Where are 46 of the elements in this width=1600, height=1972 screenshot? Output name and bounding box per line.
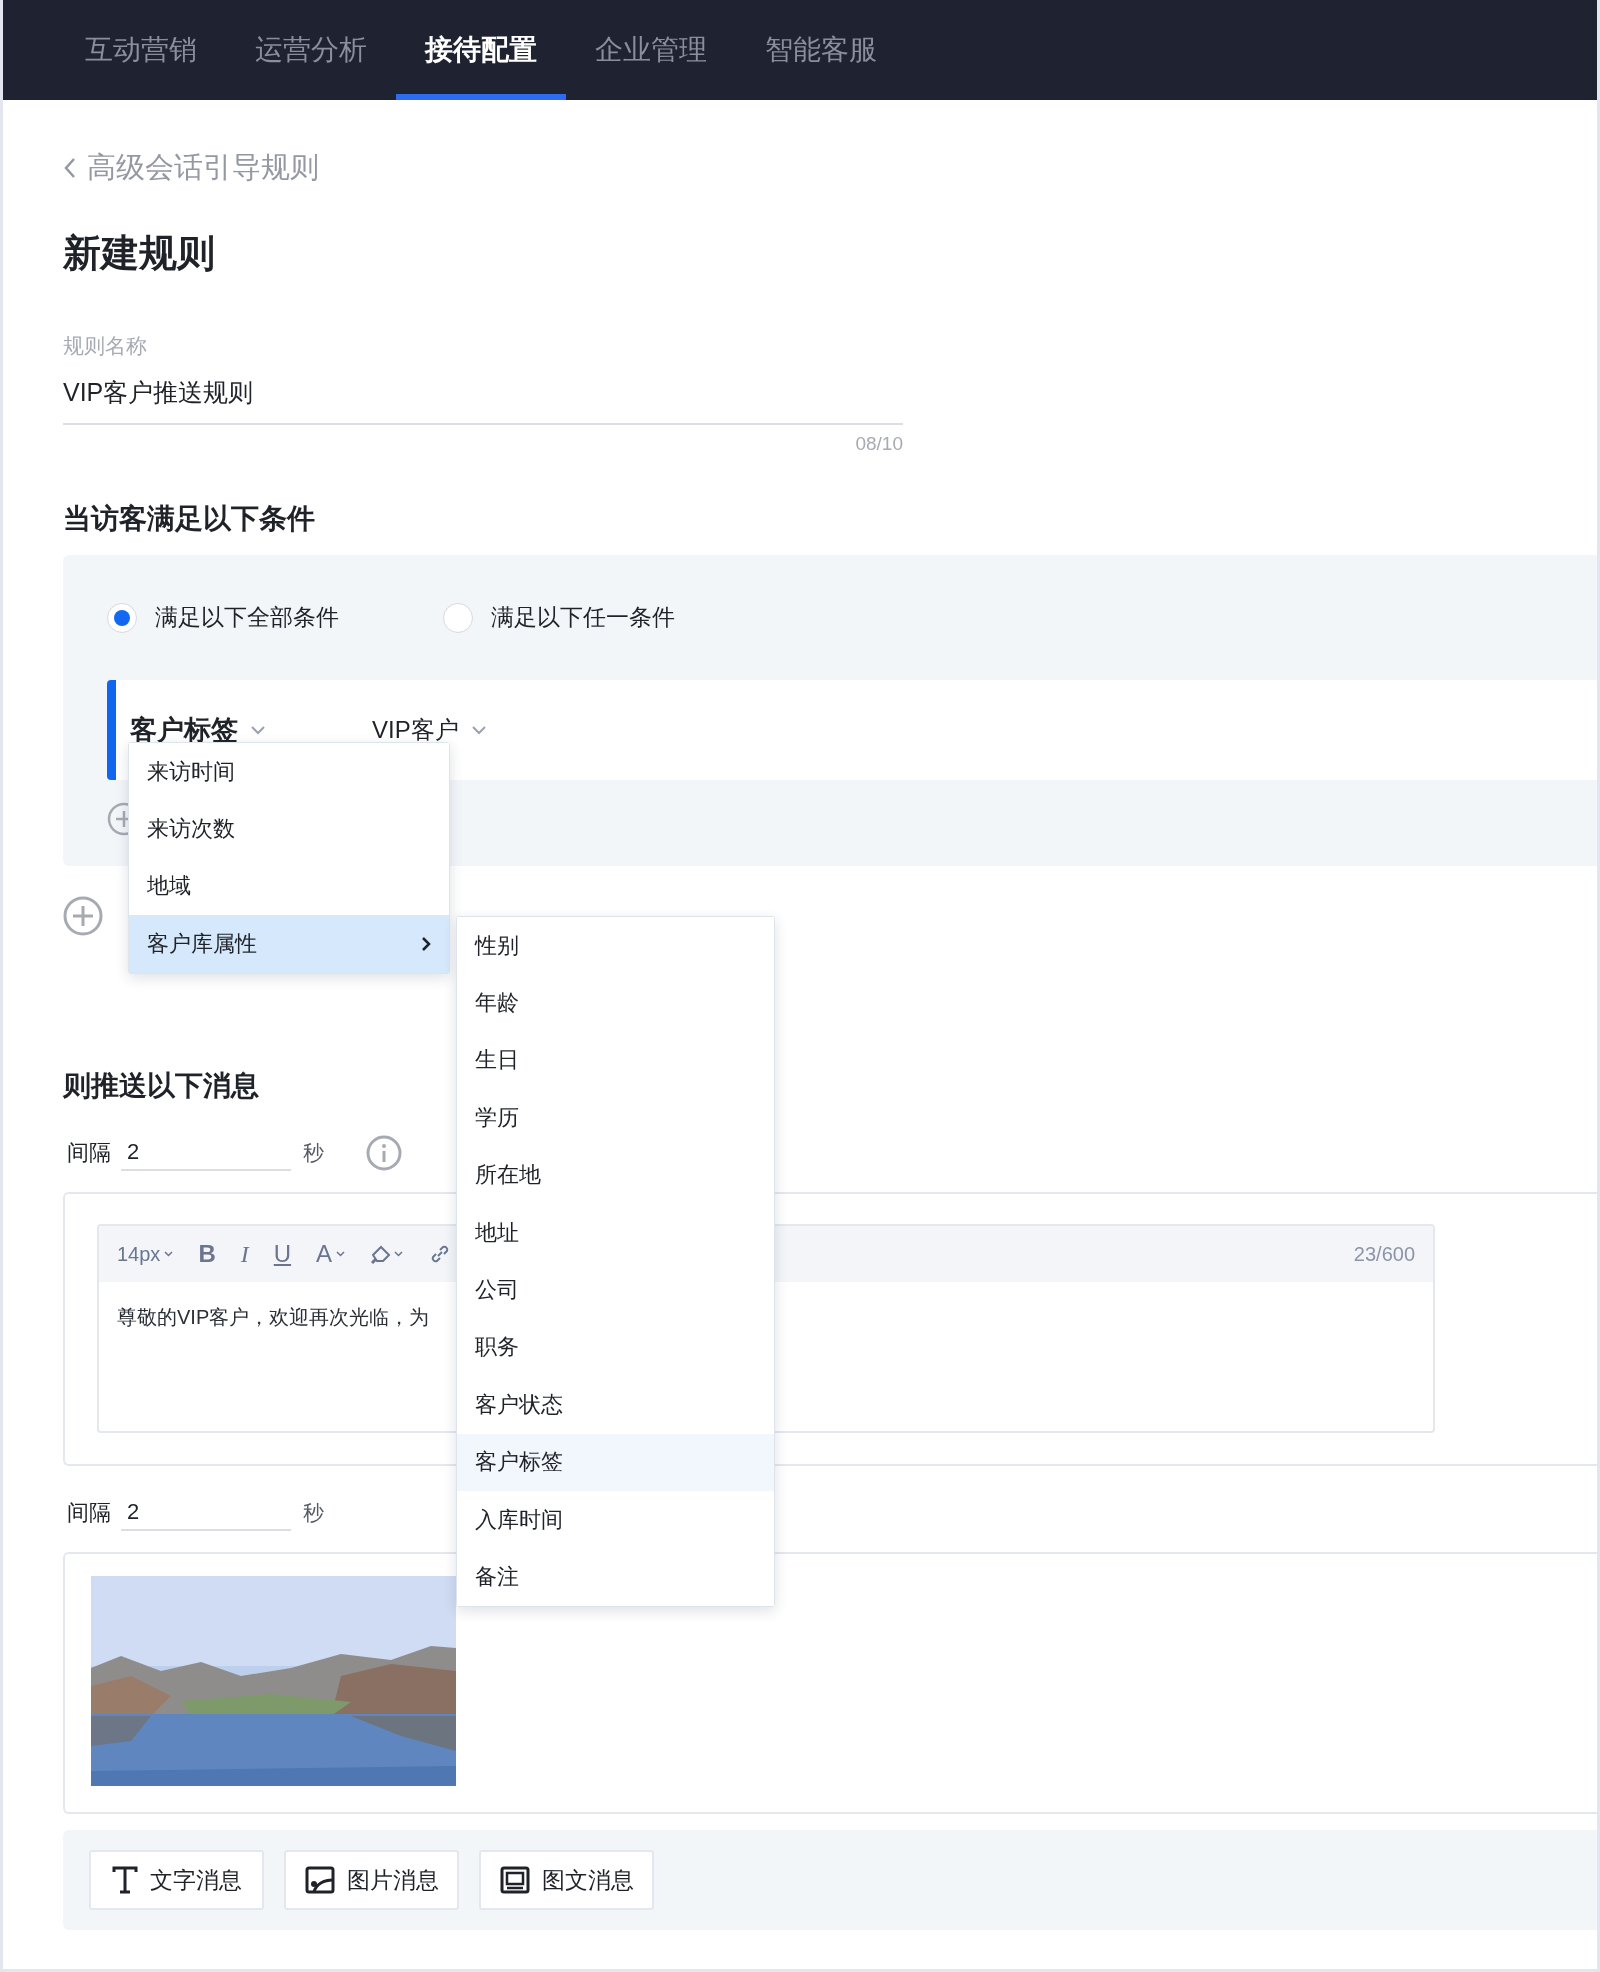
- interval-label: 间隔: [67, 1499, 111, 1527]
- menu-item[interactable]: 职务: [457, 1318, 774, 1377]
- menu-item[interactable]: 性别: [457, 917, 774, 975]
- menu-item[interactable]: 地域: [129, 857, 449, 916]
- message-text: 尊敬的VIP客户，欢迎再次光临，为: [117, 1305, 430, 1330]
- menu-item[interactable]: 年龄: [457, 974, 774, 1032]
- nav-tab[interactable]: 企业管理: [566, 0, 736, 100]
- menu-item[interactable]: 来访时间: [129, 743, 449, 801]
- character-counter: 08/10: [854, 433, 903, 455]
- section-heading: 则推送以下消息: [63, 1069, 259, 1103]
- menu-item[interactable]: 客户标签: [457, 1433, 774, 1491]
- menu-item[interactable]: 生日: [457, 1031, 774, 1090]
- value-select[interactable]: VIP客户: [372, 714, 487, 746]
- menu-item[interactable]: 入库时间: [457, 1490, 774, 1549]
- page-title: 新建规则: [63, 231, 216, 276]
- interval-field[interactable]: 2: [121, 1495, 291, 1531]
- nav-tab[interactable]: 运营分析: [226, 0, 396, 100]
- character-counter: 23/600: [1353, 1242, 1415, 1266]
- section-heading: 当访客满足以下条件: [63, 502, 315, 536]
- color-button[interactable]: A: [316, 1240, 346, 1268]
- menu-item[interactable]: 地址: [457, 1203, 774, 1262]
- underline-button[interactable]: U: [273, 1240, 292, 1268]
- menu-item[interactable]: 学历: [457, 1089, 774, 1147]
- nav-tab[interactable]: 接待配置: [396, 0, 566, 100]
- field-label: 规则名称: [63, 333, 148, 359]
- interval-field[interactable]: 2: [121, 1135, 291, 1171]
- interval-label: 间隔: [67, 1139, 111, 1167]
- menu-item[interactable]: 客户库属性: [129, 915, 449, 973]
- font-size-select[interactable]: 14px: [117, 1242, 174, 1266]
- menu-item[interactable]: 所在地: [457, 1146, 774, 1204]
- unit-label: 秒: [303, 1140, 324, 1166]
- nav-tab[interactable]: 智能客服: [736, 0, 906, 100]
- menu-item[interactable]: 客户状态: [457, 1376, 774, 1434]
- rule-name-field[interactable]: VIP客户推送规则: [63, 360, 903, 425]
- unit-label: 秒: [303, 1500, 324, 1526]
- italic-button[interactable]: I: [240, 1240, 249, 1268]
- menu-item[interactable]: 备注: [457, 1548, 774, 1606]
- nav-tab[interactable]: 互动营销: [56, 0, 226, 100]
- add-message-button[interactable]: 图文消息: [479, 1850, 654, 1910]
- menu-item[interactable]: 公司: [457, 1261, 774, 1319]
- bold-button[interactable]: B: [198, 1240, 216, 1268]
- menu-item[interactable]: 来访次数: [129, 800, 449, 858]
- radio-option[interactable]: 满足以下任一条件: [443, 602, 779, 633]
- radio-option[interactable]: 满足以下全部条件: [107, 602, 443, 633]
- add-message-button[interactable]: 文字消息: [89, 1850, 264, 1910]
- add-message-button[interactable]: 图片消息: [284, 1850, 459, 1910]
